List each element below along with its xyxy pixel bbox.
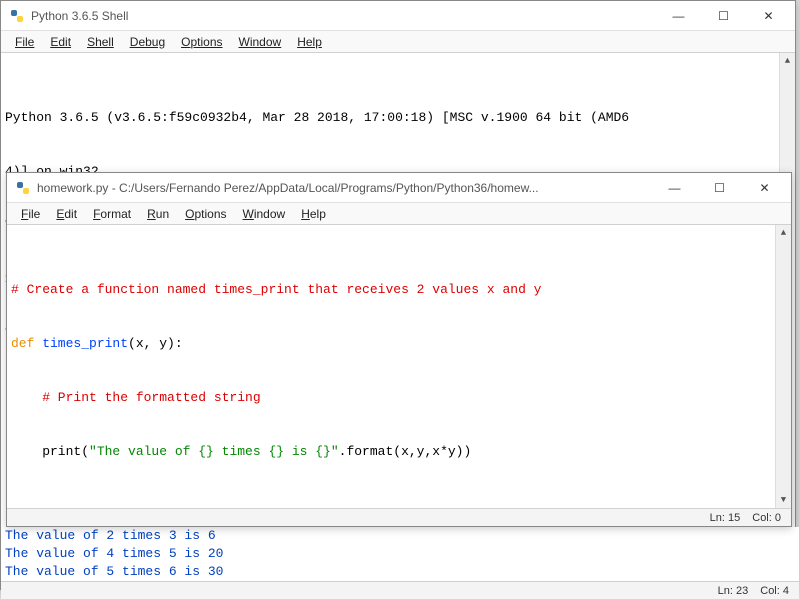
maximize-button[interactable]: ☐ [697, 174, 742, 202]
shell-title: Python 3.6.5 Shell [31, 9, 656, 23]
python-icon [15, 180, 31, 196]
editor-scrollbar[interactable]: ▲ ▼ [775, 225, 791, 508]
menu-help[interactable]: Help [293, 205, 334, 223]
minimize-button[interactable]: — [656, 2, 701, 30]
shell-line: Python 3.6.5 (v3.6.5:f59c0932b4, Mar 28 … [5, 109, 791, 127]
editor-title: homework.py - C:/Users/Fernando Perez/Ap… [37, 181, 652, 195]
shell-statusbar: Ln: 23 Col: 4 [1, 581, 799, 599]
menu-format[interactable]: Format [85, 205, 139, 223]
editor-text-area[interactable]: ▲ ▼ # Create a function named times_prin… [7, 225, 791, 508]
code-line: print("The value of {} times {} is {}".f… [11, 443, 787, 461]
menu-edit[interactable]: Edit [48, 205, 85, 223]
maximize-button[interactable]: ☐ [701, 2, 746, 30]
close-button[interactable]: ✕ [746, 2, 791, 30]
editor-window: homework.py - C:/Users/Fernando Perez/Ap… [6, 172, 792, 527]
shell-output-line: The value of 4 times 5 is 20 [5, 545, 795, 563]
shell-output-line: The value of 2 times 3 is 6 [5, 527, 795, 545]
minimize-button[interactable]: — [652, 174, 697, 202]
scroll-up-icon[interactable]: ▲ [780, 53, 795, 69]
menu-shell[interactable]: Shell [79, 33, 122, 51]
code-blank [11, 497, 787, 508]
editor-menubar: File Edit Format Run Options Window Help [7, 203, 791, 225]
editor-titlebar[interactable]: homework.py - C:/Users/Fernando Perez/Ap… [7, 173, 791, 203]
status-ln: Ln: 15 [710, 512, 741, 524]
shell-menubar: File Edit Shell Debug Options Window Hel… [1, 31, 795, 53]
scroll-track[interactable] [776, 241, 791, 492]
shell-output-line: The value of 5 times 6 is 30 [5, 563, 795, 581]
menu-window[interactable]: Window [231, 33, 290, 51]
close-button[interactable]: ✕ [742, 174, 787, 202]
code-line: # Create a function named times_print th… [11, 281, 787, 299]
scroll-up-icon[interactable]: ▲ [776, 225, 791, 241]
menu-edit[interactable]: Edit [42, 33, 79, 51]
menu-file[interactable]: File [7, 33, 42, 51]
scroll-down-icon[interactable]: ▼ [776, 492, 791, 508]
editor-window-controls: — ☐ ✕ [652, 174, 787, 202]
status-ln: Ln: 23 [718, 585, 749, 597]
menu-file[interactable]: File [13, 205, 48, 223]
menu-window[interactable]: Window [235, 205, 294, 223]
code-line: def times_print(x, y): [11, 335, 787, 353]
menu-run[interactable]: Run [139, 205, 177, 223]
status-col: Col: 4 [760, 585, 789, 597]
shell-titlebar[interactable]: Python 3.6.5 Shell — ☐ ✕ [1, 1, 795, 31]
menu-help[interactable]: Help [289, 33, 330, 51]
code-line: # Print the formatted string [11, 389, 787, 407]
menu-options[interactable]: Options [177, 205, 234, 223]
python-icon [9, 8, 25, 24]
editor-statusbar: Ln: 15 Col: 0 [7, 508, 791, 526]
status-col: Col: 0 [752, 512, 781, 524]
menu-debug[interactable]: Debug [122, 33, 173, 51]
shell-output-area: The value of 2 times 3 is 6 The value of… [1, 527, 799, 581]
shell-window-controls: — ☐ ✕ [656, 2, 791, 30]
menu-options[interactable]: Options [173, 33, 230, 51]
